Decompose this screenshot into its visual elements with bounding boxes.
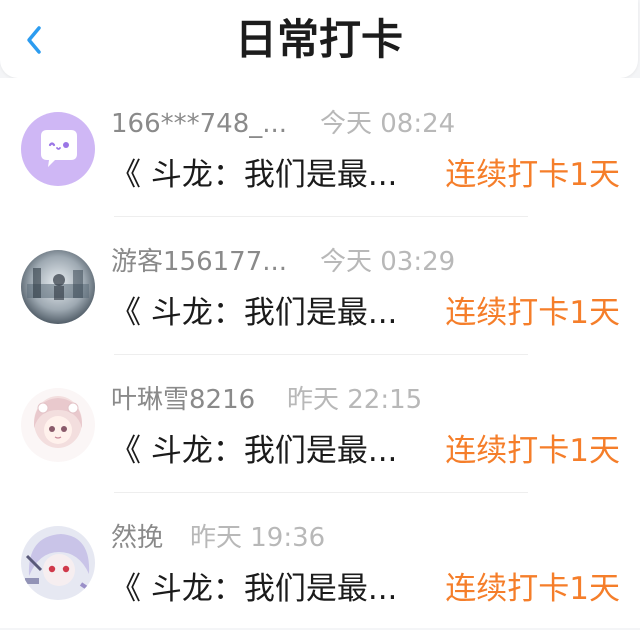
checkin-time: 昨天 19:36 [190, 523, 326, 553]
checkin-time: 今天 08:24 [320, 109, 456, 139]
user-name: 166***748_... [111, 109, 288, 139]
anime-character-avatar[interactable] [21, 526, 95, 600]
list-item[interactable]: 叶琳雪8216 昨天 22:15 《 斗龙：我们是最... 连续打卡1天 [0, 354, 640, 492]
photo-image [21, 250, 95, 324]
list-item[interactable]: 然挽 昨天 19:36 《 斗龙：我们是最... 连续打卡1天 [0, 492, 640, 630]
purple-chat-avatar[interactable] [21, 112, 95, 186]
streak-badge: 连续打卡1天 [445, 295, 620, 331]
anime-girl-image [33, 396, 83, 448]
checkin-time: 今天 03:29 [320, 247, 456, 277]
photo-avatar[interactable] [21, 250, 95, 324]
streak-badge: 连续打卡1天 [445, 571, 620, 607]
user-name: 然挽 [111, 523, 164, 553]
list-item[interactable]: 游客156177... 今天 03:29 《 斗龙：我们是最... 连续打卡1天 [0, 216, 640, 354]
user-name: 叶琳雪8216 [111, 385, 256, 415]
streak-badge: 连续打卡1天 [445, 433, 620, 469]
checkin-time: 昨天 22:15 [287, 385, 423, 415]
checkin-message: 《 斗龙：我们是最... [110, 295, 398, 331]
streak-badge: 连续打卡1天 [445, 157, 620, 193]
chat-bubble-icon [41, 130, 77, 167]
header-bar: 日常打卡 [0, 0, 638, 78]
anime-character-image [25, 534, 95, 594]
checkin-message: 《 斗龙：我们是最... [110, 433, 398, 469]
list-item[interactable]: 166***748_... 今天 08:24 《 斗龙：我们是最... 连续打卡… [0, 78, 640, 216]
user-name: 游客156177... [111, 247, 288, 277]
anime-girl-avatar[interactable] [21, 388, 95, 462]
checkin-list: 166***748_... 今天 08:24 《 斗龙：我们是最... 连续打卡… [0, 78, 640, 628]
checkin-message: 《 斗龙：我们是最... [110, 571, 398, 607]
page-title: 日常打卡 [234, 15, 403, 64]
checkin-message: 《 斗龙：我们是最... [110, 157, 398, 193]
